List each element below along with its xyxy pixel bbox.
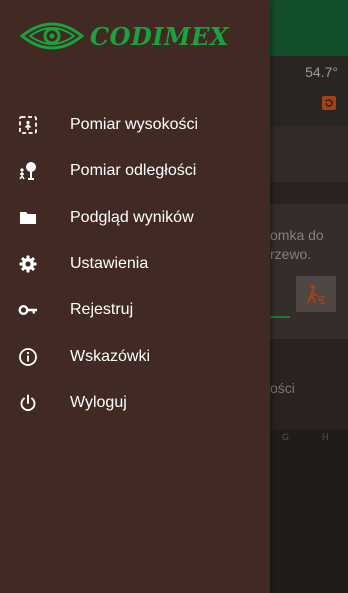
menu-item-pomiar-odleglosci[interactable]: Pomiar odległości — [0, 148, 270, 194]
menu-item-rejestruj[interactable]: Rejestruj — [0, 287, 270, 333]
menu-label: Ustawienia — [70, 255, 149, 273]
menu-label: Podgląd wyników — [70, 208, 194, 226]
menu-label: Rejestruj — [70, 301, 134, 319]
menu-item-pomiar-wysokosci[interactable]: Pomiar wysokości — [0, 102, 270, 148]
eye-logo-icon — [20, 22, 84, 50]
menu-label: Wskazówki — [70, 347, 151, 365]
menu-item-podglad-wynikow[interactable]: Podgląd wyników — [0, 195, 270, 241]
navigation-drawer: CODIMEX Pomiar wysokości Pomiar odległoś… — [0, 0, 270, 593]
info-icon — [17, 346, 39, 368]
gear-icon — [17, 253, 39, 275]
folder-icon — [17, 207, 39, 229]
key-icon — [17, 299, 39, 321]
menu-item-ustawienia[interactable]: Ustawienia — [0, 241, 270, 287]
menu-label: Pomiar wysokości — [70, 116, 199, 134]
menu-label: Pomiar odległości — [70, 162, 197, 180]
logo-text: CODIMEX — [90, 21, 230, 51]
distance-measure-icon — [17, 160, 39, 182]
menu-label: Wyloguj — [70, 393, 127, 411]
menu-item-wyloguj[interactable]: Wyloguj — [0, 380, 270, 426]
power-icon — [17, 392, 39, 414]
drawer-header: CODIMEX — [0, 0, 270, 80]
codimex-logo: CODIMEX — [20, 16, 229, 56]
drawer-menu: Pomiar wysokości Pomiar odległości Podgl… — [0, 102, 270, 426]
menu-item-wskazowki[interactable]: Wskazówki — [0, 333, 270, 379]
height-measure-icon — [17, 114, 39, 136]
